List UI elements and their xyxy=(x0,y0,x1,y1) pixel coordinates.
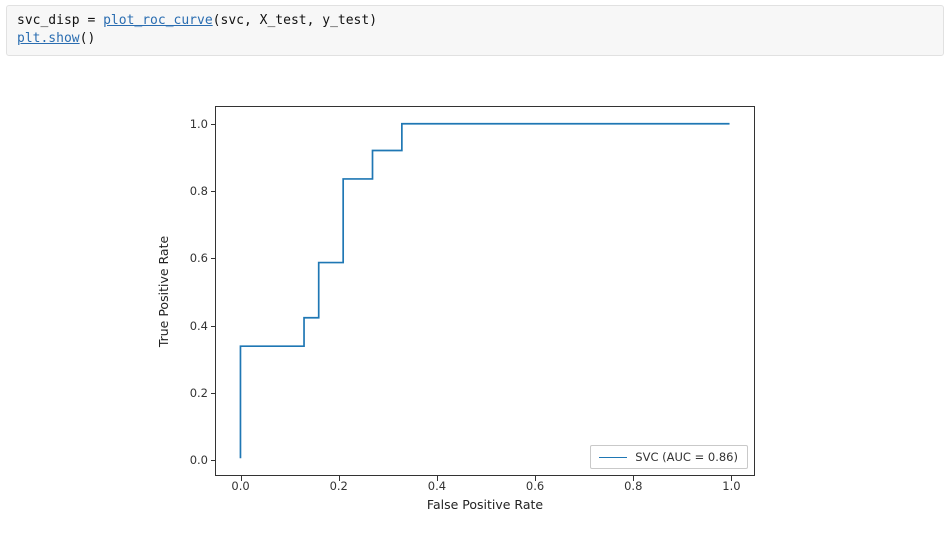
legend: SVC (AUC = 0.86) xyxy=(590,445,748,469)
x-axis-label: False Positive Rate xyxy=(215,497,755,512)
y-tick-label: 1.0 xyxy=(190,117,216,131)
y-tick-label: 0.0 xyxy=(190,453,216,467)
y-tick-label: 0.4 xyxy=(190,319,216,333)
legend-label: SVC (AUC = 0.86) xyxy=(635,450,738,464)
y-tick-label: 0.8 xyxy=(190,184,216,198)
roc-line-plot xyxy=(216,107,754,475)
code-cell: svc_disp = plot_roc_curve(svc, X_test, y… xyxy=(6,5,944,56)
y-tick-label: 0.2 xyxy=(190,386,216,400)
axes-area: SVC (AUC = 0.86) 0.00.20.40.60.81.0 0.00… xyxy=(215,106,755,476)
x-tick-label: 0.0 xyxy=(231,479,249,493)
x-tick-label: 1.0 xyxy=(722,479,740,493)
roc-chart: True Positive Rate SVC (AUC = 0.86) 0.00… xyxy=(115,91,835,536)
x-tick-label: 0.2 xyxy=(330,479,348,493)
x-tick-label: 0.4 xyxy=(428,479,446,493)
y-tick-label: 0.6 xyxy=(190,251,216,265)
x-tick-label: 0.8 xyxy=(624,479,642,493)
legend-swatch-icon xyxy=(599,457,627,458)
code-line-1: svc_disp = plot_roc_curve(svc, X_test, y… xyxy=(17,13,377,28)
code-line-2: plt.show() xyxy=(17,31,95,46)
x-tick-label: 0.6 xyxy=(526,479,544,493)
y-axis-label: True Positive Rate xyxy=(155,106,173,476)
